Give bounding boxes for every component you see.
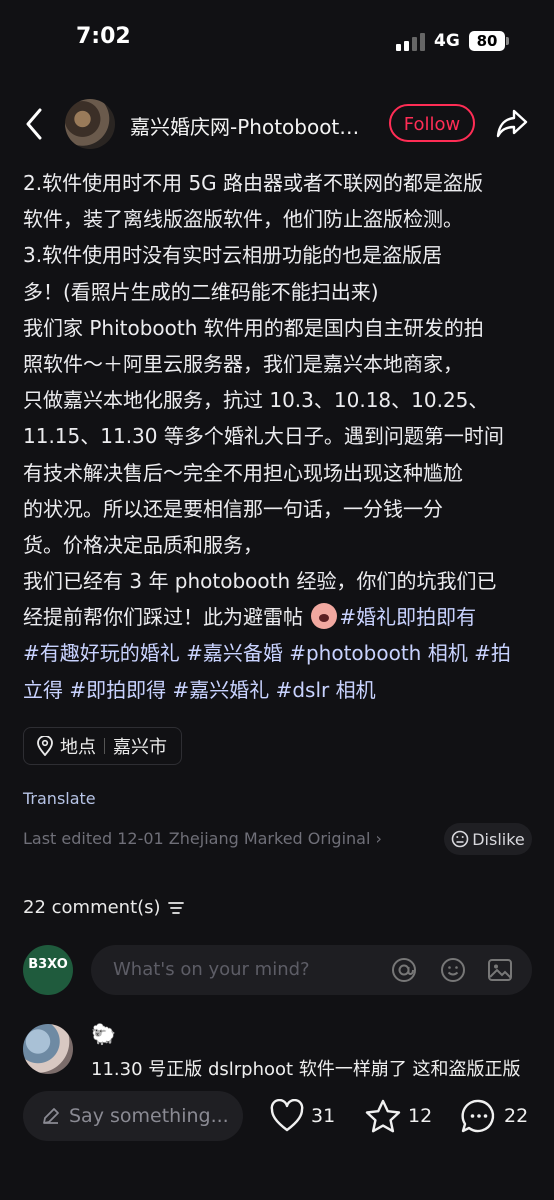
comment-count: 22 xyxy=(504,1105,529,1127)
post-line: 只做嘉兴本地化服务，抗过 10.3、10.18、10.25、 xyxy=(23,388,489,413)
author-name[interactable]: 嘉兴婚庆网-Photoboot… xyxy=(130,111,370,140)
battery-cap xyxy=(506,37,509,45)
like-button[interactable]: 31 xyxy=(269,1096,335,1136)
commenter-name[interactable]: 🐑 xyxy=(91,1022,116,1046)
pencil-icon xyxy=(43,1108,59,1124)
my-avatar[interactable]: B3XO xyxy=(23,945,73,995)
post-line-text: 经提前帮你们踩过！此为避雷帖 xyxy=(23,605,310,630)
post-line: 经提前帮你们踩过！此为避雷帖 #婚礼即拍即有 xyxy=(23,599,535,635)
location-chip[interactable]: 地点 嘉兴市 xyxy=(23,727,182,765)
star-icon xyxy=(365,1099,401,1133)
collect-count: 12 xyxy=(408,1105,433,1127)
post-line: 有技术解决售后～完全不用担心现场出现这种尴尬 xyxy=(23,460,463,485)
author-avatar[interactable] xyxy=(65,99,115,149)
post-line: 的状况。所以还是要相信那一句话，一分钱一分 xyxy=(23,496,443,521)
location-value: 嘉兴市 xyxy=(113,737,167,758)
emoji-icon[interactable] xyxy=(440,957,466,983)
post-line: 2.软件使用时不用 5G 路由器或者不联网的都是盗版 xyxy=(23,171,484,195)
say-something-input[interactable]: Say something... xyxy=(23,1091,243,1141)
post-line: 我们已经有 3 年 photobooth 经验，你们的坑我们已 xyxy=(23,569,497,594)
hashtag[interactable]: #婚礼即拍即有 xyxy=(339,605,476,629)
comment-button[interactable]: 22 xyxy=(460,1096,528,1136)
dislike-label: Dislike xyxy=(472,829,525,849)
dislike-face-icon xyxy=(451,830,469,848)
filter-icon[interactable] xyxy=(167,901,185,915)
post-line: 11.15、11.30 等多个婚礼大日子。遇到问题第一时间 xyxy=(23,424,504,449)
at-icon[interactable] xyxy=(391,957,417,983)
back-icon[interactable] xyxy=(20,106,50,142)
comments-count-label: 22 comment(s) xyxy=(23,897,161,918)
dislike-button[interactable]: Dislike xyxy=(444,823,532,855)
location-pin-icon xyxy=(37,736,53,756)
status-time: 7:02 xyxy=(76,24,131,49)
commenter-avatar[interactable] xyxy=(23,1024,73,1074)
battery-indicator: 80 xyxy=(469,31,505,51)
location-label: 地点 xyxy=(60,737,96,758)
post-line: 货。价格决定品质和服务， xyxy=(23,532,263,557)
hashtag-line[interactable]: #有趣好玩的婚礼 #嘉兴备婚 #photobooth 相机 #拍 xyxy=(23,635,535,671)
post-line: 3.软件使用时没有实时云相册功能的也是盗版居 xyxy=(23,243,443,268)
heart-icon xyxy=(270,1099,304,1132)
collect-button[interactable]: 12 xyxy=(364,1096,432,1136)
divider xyxy=(104,738,105,754)
hashtag-line[interactable]: 立得 #即拍即得 #嘉兴婚礼 #dslr 相机 xyxy=(23,672,535,708)
translate-link[interactable]: Translate xyxy=(23,789,96,808)
post-meta-text: Last edited 12-01 Zhejiang Marked Origin… xyxy=(23,829,371,848)
say-something-placeholder: Say something... xyxy=(69,1105,229,1127)
like-count: 31 xyxy=(311,1105,336,1127)
follow-button[interactable]: Follow xyxy=(389,104,475,142)
post-content: 2.软件使用时不用 5G 路由器或者不联网的都是盗版 软件，装了离线版盗版软件，… xyxy=(23,165,535,708)
chevron-right-icon: › xyxy=(375,829,382,848)
post-line: 软件，装了离线版盗版软件，他们防止盗版检测。 xyxy=(23,207,463,232)
post-line: 我们家 Phitobooth 软件用的都是国内自主研发的拍 xyxy=(23,315,484,340)
post-meta[interactable]: Last edited 12-01 Zhejiang Marked Origin… xyxy=(23,829,382,848)
post-line: 照软件～＋阿里云服务器，我们是嘉兴本地商家， xyxy=(23,351,463,376)
post-line: 多！(看照片生成的二维码能不能扫出来) xyxy=(23,279,379,304)
image-icon[interactable] xyxy=(487,957,513,983)
comment-input[interactable]: What's on your mind? xyxy=(91,945,532,995)
comments-count[interactable]: 22 comment(s) xyxy=(23,897,185,918)
network-type: 4G xyxy=(434,31,460,51)
comment-icon xyxy=(461,1099,495,1133)
comment-input-placeholder: What's on your mind? xyxy=(113,959,310,980)
signal-icon xyxy=(396,33,425,51)
share-icon[interactable] xyxy=(495,107,529,139)
scream-emoji-icon xyxy=(311,603,338,630)
